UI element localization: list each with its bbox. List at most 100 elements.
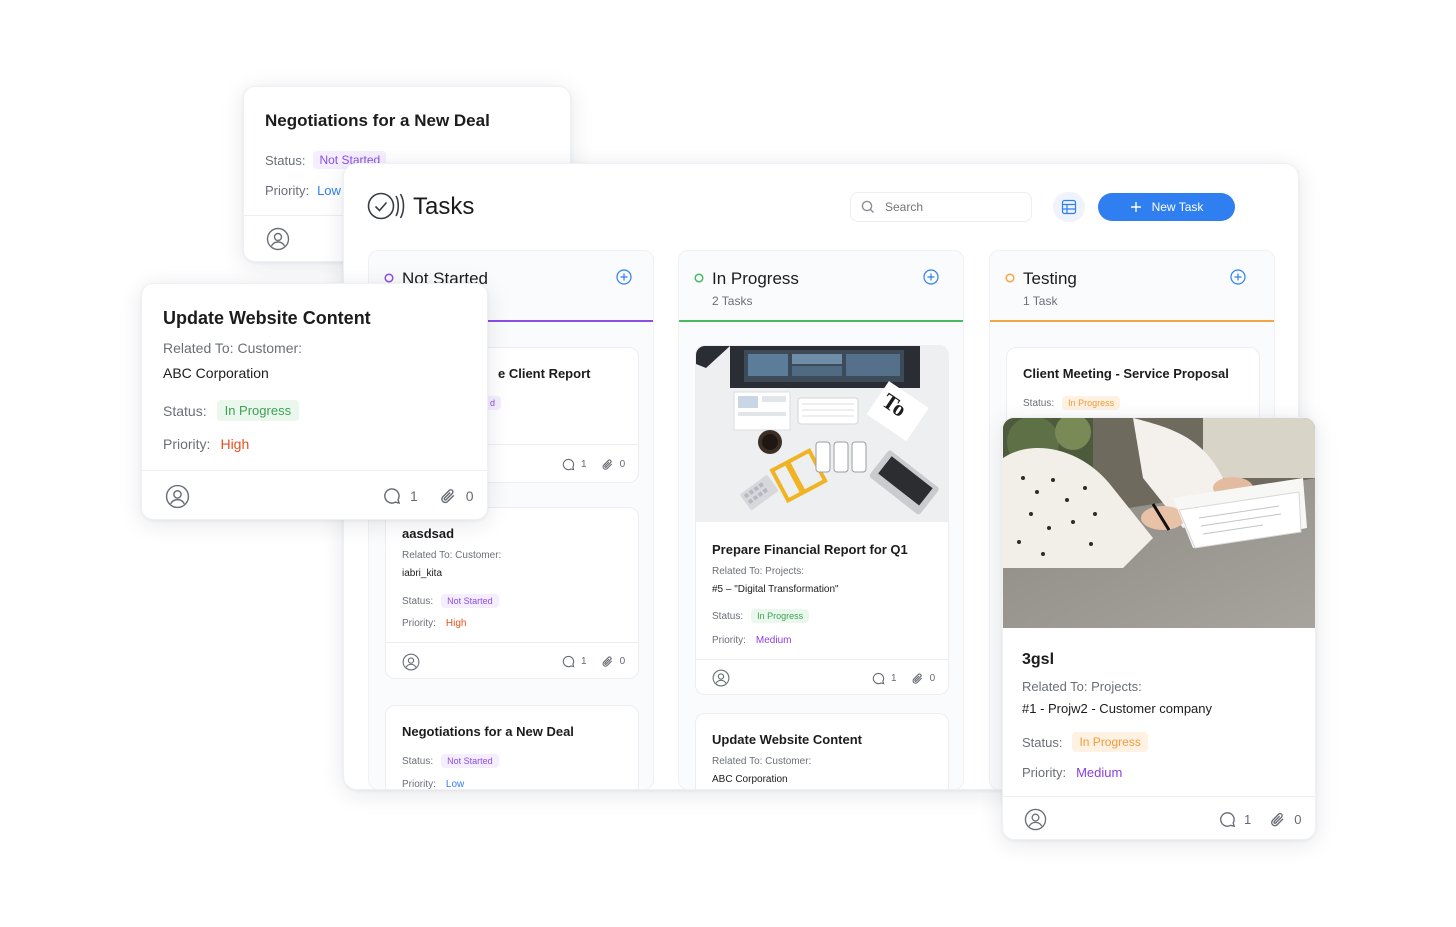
attachment-count: 0 (465, 488, 474, 504)
comment-icon[interactable] (562, 458, 575, 471)
card-title: Negotiations for a New Deal (265, 111, 490, 130)
card-footer: 1 0 (1219, 811, 1301, 828)
task-title: Prepare Financial Report for Q1 (712, 542, 908, 557)
status-badge: In Progress (1062, 396, 1121, 410)
attachment-icon[interactable] (439, 487, 457, 505)
attachment-icon[interactable] (601, 655, 614, 668)
column-bar (990, 320, 1274, 322)
assignee-avatar-icon[interactable] (165, 484, 190, 509)
status-badge: Not Started (441, 754, 499, 768)
column-title: In Progress (712, 269, 799, 288)
comment-icon[interactable] (872, 672, 885, 685)
priority-label: Priority: (163, 436, 211, 452)
assignee-avatar-icon[interactable] (266, 227, 290, 251)
status-badge: In Progress (216, 400, 300, 421)
search-input[interactable] (885, 200, 1015, 214)
priority-value: High (445, 618, 467, 629)
comment-count: 1 (410, 488, 418, 504)
card-footer: 1 0 (872, 672, 935, 685)
task-card-financial-report[interactable]: To Prepare Financial Report for Q1 Relat… (695, 345, 949, 695)
assignee-avatar-icon[interactable] (1024, 808, 1047, 831)
priority-value: Medium (755, 635, 792, 646)
status-label: Status: (1023, 397, 1055, 409)
card-title: 3gsl (1022, 651, 1055, 668)
card-divider (142, 470, 487, 471)
attachment-count: 0 (619, 459, 626, 470)
page-title: Tasks (413, 193, 475, 220)
search-icon (861, 200, 875, 214)
new-task-button[interactable]: New Task (1098, 193, 1235, 221)
related-value: ABC Corporation (712, 774, 788, 785)
task-title: Update Website Content (712, 732, 862, 747)
task-title: aasdsad (402, 526, 455, 541)
priority-label: Priority: (402, 618, 436, 629)
new-task-label: New Task (1151, 200, 1204, 214)
plus-icon (1130, 201, 1142, 213)
related-label: Related To: Customer: (712, 756, 812, 767)
add-task-icon[interactable] (1230, 269, 1246, 285)
priority-value: Low (317, 183, 341, 198)
add-task-icon[interactable] (923, 269, 939, 285)
tasks-logo-icon (367, 191, 405, 221)
card-divider (696, 659, 948, 660)
status-label: Status: (163, 402, 207, 419)
attachment-count: 0 (1294, 812, 1302, 827)
column-title: Testing (1023, 269, 1077, 288)
column-task-count: 1 Task (1023, 294, 1058, 308)
assignee-avatar-icon[interactable] (712, 669, 730, 687)
related-label: Related To: Projects: (1022, 679, 1142, 694)
comment-count: 1 (1244, 812, 1252, 827)
priority-label: Priority: (1022, 765, 1067, 780)
priority-value: Low (445, 779, 465, 790)
table-view-button[interactable] (1053, 192, 1085, 222)
comment-icon[interactable] (1219, 811, 1236, 828)
related-value: iabri_kita (402, 568, 443, 579)
table-icon (1061, 199, 1077, 215)
related-label: Related To: Customer: (163, 340, 303, 356)
task-cover-image (1003, 418, 1315, 628)
comment-count: 1 (581, 656, 587, 667)
status-dot-icon (384, 273, 394, 283)
column-in-progress: In Progress 2 Tasks To Prepare Financial… (678, 250, 964, 790)
column-task-count: 2 Tasks (712, 294, 753, 308)
attachment-icon[interactable] (601, 458, 614, 471)
related-value: #1 - Projw2 - Customer company (1022, 701, 1213, 716)
task-card-negotiations[interactable]: Negotiations for a New Deal Status: Not … (385, 705, 639, 790)
priority-label: Priority: (265, 183, 310, 198)
status-badge: Not Started (441, 594, 499, 608)
comment-icon[interactable] (383, 487, 401, 505)
status-dot-icon (1005, 273, 1015, 283)
attachment-icon[interactable] (1269, 811, 1286, 828)
comment-count: 1 (581, 459, 587, 470)
priority-label: Priority: (402, 779, 436, 790)
floating-card-3gsl[interactable]: 3gsl Related To: Projects: #1 - Projw2 -… (1002, 417, 1316, 840)
search-box[interactable] (850, 192, 1032, 222)
related-value: #5 – "Digital Transformation" (712, 584, 839, 595)
task-card-update-website[interactable]: Update Website Content Related To: Custo… (695, 713, 949, 789)
status-label: Status: (712, 610, 744, 622)
card-footer: 1 0 (562, 458, 625, 471)
priority-label: Priority: (712, 635, 746, 646)
card-footer: 1 0 (562, 655, 625, 668)
task-title: Client Meeting - Service Proposal (1023, 366, 1229, 381)
status-label: Status: (1022, 734, 1063, 750)
status-label: Status: (265, 152, 306, 168)
card-footer: 1 0 (383, 487, 474, 505)
comment-count: 1 (891, 673, 897, 684)
comment-icon[interactable] (562, 655, 575, 668)
related-label: Related To: Customer: (402, 550, 502, 561)
task-card-aasdsad[interactable]: aasdsad Related To: Customer: iabri_kita… (385, 507, 639, 679)
task-cover-image: To (696, 346, 948, 522)
status-dot-icon (694, 273, 704, 283)
assignee-avatar-icon[interactable] (402, 653, 420, 671)
task-title: e Client Report (498, 366, 591, 381)
status-badge: In Progress (751, 609, 810, 623)
card-divider (1003, 796, 1315, 797)
status-badge: In Progress (1072, 732, 1148, 752)
add-task-icon[interactable] (616, 269, 632, 285)
task-title: Negotiations for a New Deal (402, 724, 574, 739)
status-label: Status: (402, 595, 434, 607)
attachment-count: 0 (619, 656, 626, 667)
floating-card-update-website[interactable]: Update Website Content Related To: Custo… (141, 283, 488, 520)
attachment-icon[interactable] (911, 672, 924, 685)
